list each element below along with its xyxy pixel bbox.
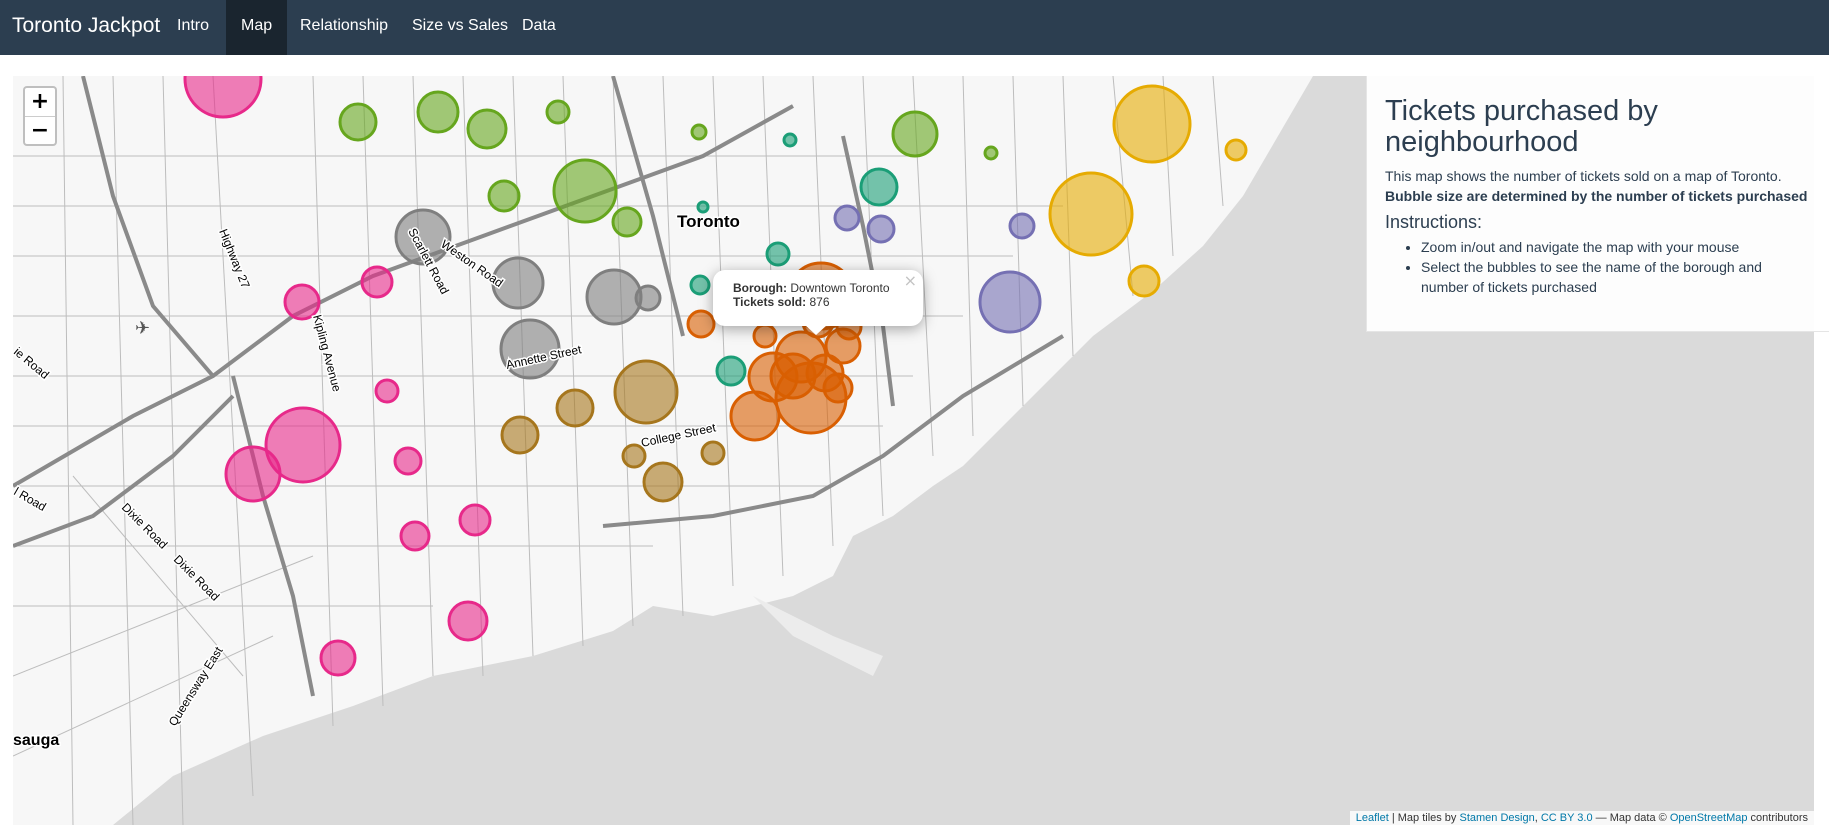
bubble-york[interactable] xyxy=(634,284,662,312)
bubble-east-york[interactable] xyxy=(715,355,747,387)
popup-tickets-row: Tickets sold: 876 xyxy=(733,295,903,309)
instructions-heading: Instructions: xyxy=(1385,212,1483,232)
airport-icon: ✈ xyxy=(135,318,150,339)
popup-borough-label: Borough: xyxy=(733,281,787,295)
bubble-north-york[interactable] xyxy=(545,99,571,125)
brand-title[interactable]: Toronto Jackpot xyxy=(12,0,160,52)
spit-area xyxy=(753,596,883,676)
tab-data[interactable]: Data xyxy=(507,0,571,55)
map-attribution: Leaflet | Map tiles by Stamen Design, CC… xyxy=(1349,811,1814,825)
corner-city-label: sauga xyxy=(13,732,59,749)
bubble-north-york[interactable] xyxy=(338,102,378,142)
bubble-east-york[interactable] xyxy=(696,200,710,214)
bubble-downtown[interactable] xyxy=(752,323,778,349)
osm-link[interactable]: OpenStreetMap xyxy=(1670,812,1748,824)
bubble-east-york[interactable] xyxy=(859,167,899,207)
license-link[interactable]: CC BY 3.0 xyxy=(1541,812,1593,824)
panel-description: This map shows the number of tickets sol… xyxy=(1385,168,1782,184)
bubble-east-toronto[interactable] xyxy=(978,270,1042,334)
bubble-west-toronto[interactable] xyxy=(613,359,679,425)
tab-size-vs-sales[interactable]: Size vs Sales xyxy=(397,0,523,55)
popup-tickets-label: Tickets sold: xyxy=(733,295,807,309)
bubble-north-york[interactable] xyxy=(487,179,521,213)
panel-bold-note: Bubble size are determined by the number… xyxy=(1385,188,1808,204)
bubble-scarborough[interactable] xyxy=(1048,171,1134,257)
bubble-east-york[interactable] xyxy=(689,274,711,296)
navbar: Toronto Jackpot Intro Map Relationship S… xyxy=(0,0,1829,55)
bubble-etobicoke[interactable] xyxy=(319,639,357,677)
instructions-list: Zoom in/out and navigate the map with yo… xyxy=(1385,237,1811,297)
bubble-east-toronto[interactable] xyxy=(866,214,896,244)
bubble-east-toronto[interactable] xyxy=(1008,212,1036,240)
panel-title: Tickets purchased by neighbourhood xyxy=(1385,95,1658,158)
bubble-north-york[interactable] xyxy=(611,206,643,238)
popup-borough-value: Downtown Toronto xyxy=(790,281,890,295)
bubble-east-york[interactable] xyxy=(782,132,798,148)
attribution-text: contributors xyxy=(1747,812,1808,824)
bubble-north-york[interactable] xyxy=(552,158,618,224)
bubble-north-york[interactable] xyxy=(416,90,460,134)
instruction-item: Zoom in/out and navigate the map with yo… xyxy=(1421,237,1811,257)
tab-intro[interactable]: Intro xyxy=(162,0,224,55)
city-label: Toronto xyxy=(677,212,740,231)
popup-close-button[interactable]: × xyxy=(904,271,917,290)
bubble-west-toronto[interactable] xyxy=(500,415,540,455)
bubble-downtown[interactable] xyxy=(686,309,716,339)
bubble-etobicoke[interactable] xyxy=(447,600,489,642)
bubble-scarborough[interactable] xyxy=(1127,264,1161,298)
bubble-etobicoke[interactable] xyxy=(399,520,431,552)
popup-tip xyxy=(805,325,827,335)
bubble-etobicoke[interactable] xyxy=(360,265,394,299)
bubble-east-york[interactable] xyxy=(765,241,791,267)
bubble-north-york[interactable] xyxy=(983,145,999,161)
bubble-downtown[interactable] xyxy=(774,361,848,435)
bubble-west-toronto[interactable] xyxy=(555,388,595,428)
bubble-scarborough[interactable] xyxy=(1224,138,1248,162)
bubble-west-toronto[interactable] xyxy=(642,461,684,503)
tab-relationship[interactable]: Relationship xyxy=(285,0,403,55)
zoom-in-button[interactable]: + xyxy=(25,88,55,117)
bubble-popup: × Borough: Downtown Toronto Tickets sold… xyxy=(713,270,923,335)
bubble-etobicoke[interactable] xyxy=(224,445,282,503)
bubble-etobicoke[interactable] xyxy=(393,446,423,476)
zoom-out-button[interactable]: − xyxy=(25,117,55,145)
attribution-text: — Map data © xyxy=(1592,812,1670,824)
tab-map[interactable]: Map xyxy=(226,0,288,55)
attribution-text: | Map tiles by xyxy=(1388,812,1460,824)
stamen-link[interactable]: Stamen Design xyxy=(1459,812,1534,824)
bubble-etobicoke[interactable] xyxy=(283,283,321,321)
bubble-scarborough[interactable] xyxy=(1112,84,1192,164)
bubble-york[interactable] xyxy=(585,268,643,326)
bubble-etobicoke[interactable] xyxy=(458,503,492,537)
bubble-north-york[interactable] xyxy=(891,110,939,158)
bubble-east-toronto[interactable] xyxy=(833,204,861,232)
leaflet-link[interactable]: Leaflet xyxy=(1356,812,1389,824)
instruction-item: Select the bubbles to see the name of th… xyxy=(1421,257,1811,297)
popup-borough-row: Borough: Downtown Toronto xyxy=(733,281,903,295)
popup-tickets-value: 876 xyxy=(809,295,830,309)
bubble-west-toronto[interactable] xyxy=(700,440,726,466)
info-panel: Tickets purchased by neighbourhood This … xyxy=(1366,76,1829,332)
bubble-north-york[interactable] xyxy=(466,108,508,150)
bubble-north-york[interactable] xyxy=(690,123,708,141)
bubble-etobicoke[interactable] xyxy=(374,378,400,404)
zoom-control: + − xyxy=(23,86,57,146)
bubble-downtown[interactable] xyxy=(729,390,781,442)
